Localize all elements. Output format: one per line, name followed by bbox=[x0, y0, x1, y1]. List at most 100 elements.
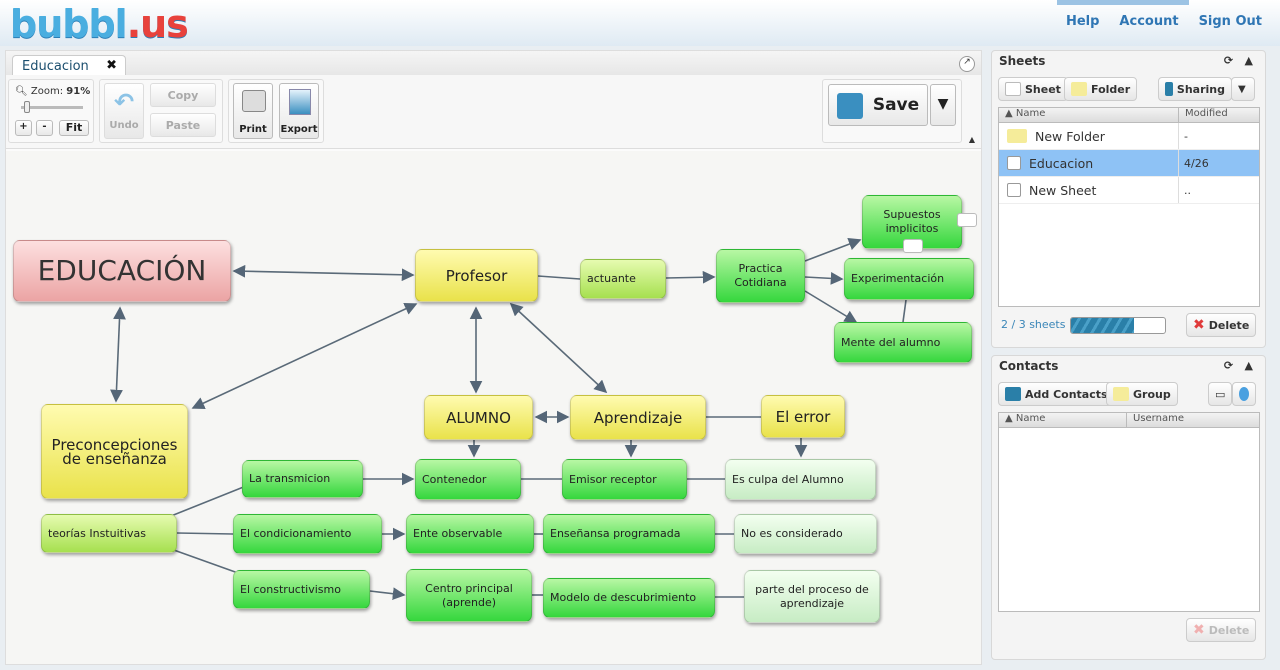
sheet-icon bbox=[1007, 183, 1021, 197]
connection-line bbox=[176, 532, 234, 535]
expand-icon[interactable]: ↗ bbox=[959, 56, 975, 72]
map-node[interactable]: Modelo de descubrimiento bbox=[543, 578, 715, 618]
map-node[interactable]: ALUMNO bbox=[424, 395, 533, 440]
map-node[interactable]: El error bbox=[761, 395, 845, 438]
sheet-icon bbox=[1007, 156, 1021, 170]
map-node[interactable]: Es culpa del Alumno bbox=[725, 459, 876, 500]
sheets-list: ▲ Name Modified New Folder - Educacion 4/26… bbox=[998, 107, 1260, 307]
note-icon[interactable] bbox=[903, 239, 923, 253]
save-button[interactable]: Save bbox=[828, 84, 928, 126]
add-contacts-button[interactable]: Add Contacts bbox=[998, 382, 1115, 406]
col-name[interactable]: ▲ Name bbox=[999, 108, 1179, 122]
contacts-title: Contacts bbox=[999, 359, 1059, 373]
new-sheet-icon bbox=[1005, 82, 1021, 96]
map-node[interactable]: Mente del alumno bbox=[834, 322, 972, 363]
connection-line bbox=[902, 299, 907, 323]
sheet-count: 2 / 3 sheets bbox=[1001, 318, 1066, 331]
map-node[interactable]: Aprendizaje bbox=[570, 395, 706, 440]
connection-line bbox=[232, 264, 415, 282]
delete-sheet-button[interactable]: ✖ Delete bbox=[1186, 313, 1257, 337]
map-node[interactable]: Ente observable bbox=[406, 514, 534, 554]
connection-line bbox=[369, 587, 406, 601]
map-node[interactable]: El constructivismo bbox=[233, 570, 370, 609]
map-node[interactable]: El condicionamiento bbox=[233, 514, 382, 554]
delete-icon: ✖ bbox=[1193, 622, 1205, 638]
header-accent bbox=[1057, 0, 1189, 5]
map-node[interactable]: EDUCACIÓN bbox=[13, 240, 231, 302]
undo-button[interactable]: Undo ↶ bbox=[104, 83, 144, 139]
connection-line bbox=[804, 272, 844, 285]
map-node[interactable]: parte del proceso de aprendizaje bbox=[744, 570, 880, 623]
help-link[interactable]: Help bbox=[1066, 14, 1099, 29]
sharing-button[interactable]: Sharing bbox=[1158, 77, 1232, 101]
connection-line bbox=[191, 302, 418, 410]
map-node[interactable]: Practica Cotidiana bbox=[716, 249, 805, 303]
zoom-out-button[interactable]: - bbox=[36, 120, 53, 136]
refresh-icon[interactable]: ⟳ ▲ bbox=[1224, 359, 1253, 372]
mind-map-canvas[interactable]: EDUCACIÓN Profesor actuante Practica Cotidi… bbox=[6, 151, 981, 664]
copy-button[interactable]: Copy bbox=[150, 83, 216, 107]
delete-contact-button[interactable]: ✖ Delete bbox=[1186, 618, 1257, 642]
group-button[interactable]: Group bbox=[1106, 382, 1178, 406]
usage-bar bbox=[1070, 317, 1166, 334]
account-link[interactable]: Account bbox=[1119, 14, 1178, 29]
delete-icon: ✖ bbox=[1193, 317, 1205, 333]
list-item[interactable]: Educacion 4/26 bbox=[999, 150, 1259, 177]
connection-line bbox=[110, 306, 126, 403]
new-folder-button[interactable]: Folder bbox=[1064, 77, 1138, 101]
fit-button[interactable]: Fit bbox=[59, 120, 89, 136]
map-node[interactable]: Contenedor bbox=[415, 459, 521, 500]
folder-icon bbox=[1113, 387, 1129, 401]
col-modified[interactable]: Modified bbox=[1179, 108, 1228, 122]
search-icon: 🔍︎ bbox=[15, 86, 28, 97]
sign-out-link[interactable]: Sign Out bbox=[1199, 14, 1262, 29]
edit-group: Undo ↶ Copy Paste bbox=[99, 79, 223, 143]
zoom-group: 🔍︎ Zoom: 91% + - Fit bbox=[8, 79, 94, 143]
col-name[interactable]: ▲ Name bbox=[999, 413, 1127, 427]
chat-button[interactable]: ▭ bbox=[1208, 382, 1232, 406]
new-sheet-button[interactable]: Sheet bbox=[998, 77, 1068, 101]
paste-button[interactable]: Paste bbox=[150, 113, 216, 137]
status-button[interactable] bbox=[1232, 382, 1256, 406]
folder-icon bbox=[1071, 82, 1087, 96]
tab-educacion[interactable]: Educacion ✖ bbox=[12, 55, 126, 77]
collapse-toolbar-icon[interactable]: ▲ bbox=[969, 135, 975, 144]
status-orb-icon bbox=[1239, 387, 1249, 401]
logo[interactable]: bubbl.us bbox=[10, 2, 189, 46]
map-node[interactable]: actuante bbox=[580, 259, 666, 299]
editor: Educacion ✖ ↗ 🔍︎ Zoom: 91% + - Fit Undo ↶ … bbox=[5, 50, 982, 665]
speech-bubble-icon: ▭ bbox=[1215, 387, 1226, 401]
export-button[interactable]: Export bbox=[279, 83, 319, 139]
printer-icon bbox=[242, 90, 266, 112]
undo-icon: ↶ bbox=[114, 88, 135, 116]
zoom-slider[interactable] bbox=[21, 101, 83, 113]
header: bubbl.us Help Account Sign Out bbox=[0, 0, 1280, 46]
zoom-in-button[interactable]: + bbox=[15, 120, 32, 136]
save-options-button[interactable]: ▼ bbox=[930, 84, 956, 126]
print-button[interactable]: Print bbox=[233, 83, 273, 139]
tab-label: Educacion bbox=[22, 59, 89, 74]
map-node[interactable]: Enseñansa programada bbox=[543, 514, 715, 554]
zoom-label: Zoom: bbox=[30, 86, 64, 97]
map-node[interactable]: teorías Instuitivas bbox=[41, 514, 177, 553]
list-item[interactable]: New Folder - bbox=[999, 123, 1259, 150]
col-username[interactable]: Username bbox=[1127, 413, 1184, 427]
refresh-icon[interactable]: ⟳ ▲ bbox=[1224, 54, 1253, 67]
map-node[interactable]: Emisor receptor bbox=[562, 459, 687, 500]
sharing-dropdown[interactable]: ▼ bbox=[1231, 77, 1255, 101]
map-node[interactable]: La transmicion bbox=[242, 460, 363, 498]
map-node[interactable]: Preconcepciones de enseñanza bbox=[41, 404, 188, 499]
connection-line bbox=[537, 275, 581, 280]
share-icon bbox=[1165, 82, 1173, 96]
close-icon[interactable]: ✖ bbox=[106, 58, 117, 73]
save-group: Save ▼ bbox=[822, 79, 962, 143]
connection-line bbox=[170, 548, 239, 574]
map-node[interactable]: No es considerado bbox=[734, 514, 877, 554]
map-node[interactable]: Profesor bbox=[415, 249, 538, 302]
sheets-title: Sheets bbox=[999, 54, 1046, 68]
note-icon[interactable] bbox=[957, 213, 977, 227]
list-item[interactable]: New Sheet.. bbox=[999, 177, 1259, 204]
connection-line bbox=[665, 270, 716, 284]
map-node[interactable]: Experimentación bbox=[844, 258, 974, 300]
map-node[interactable]: Centro principal (aprende) bbox=[406, 569, 532, 622]
